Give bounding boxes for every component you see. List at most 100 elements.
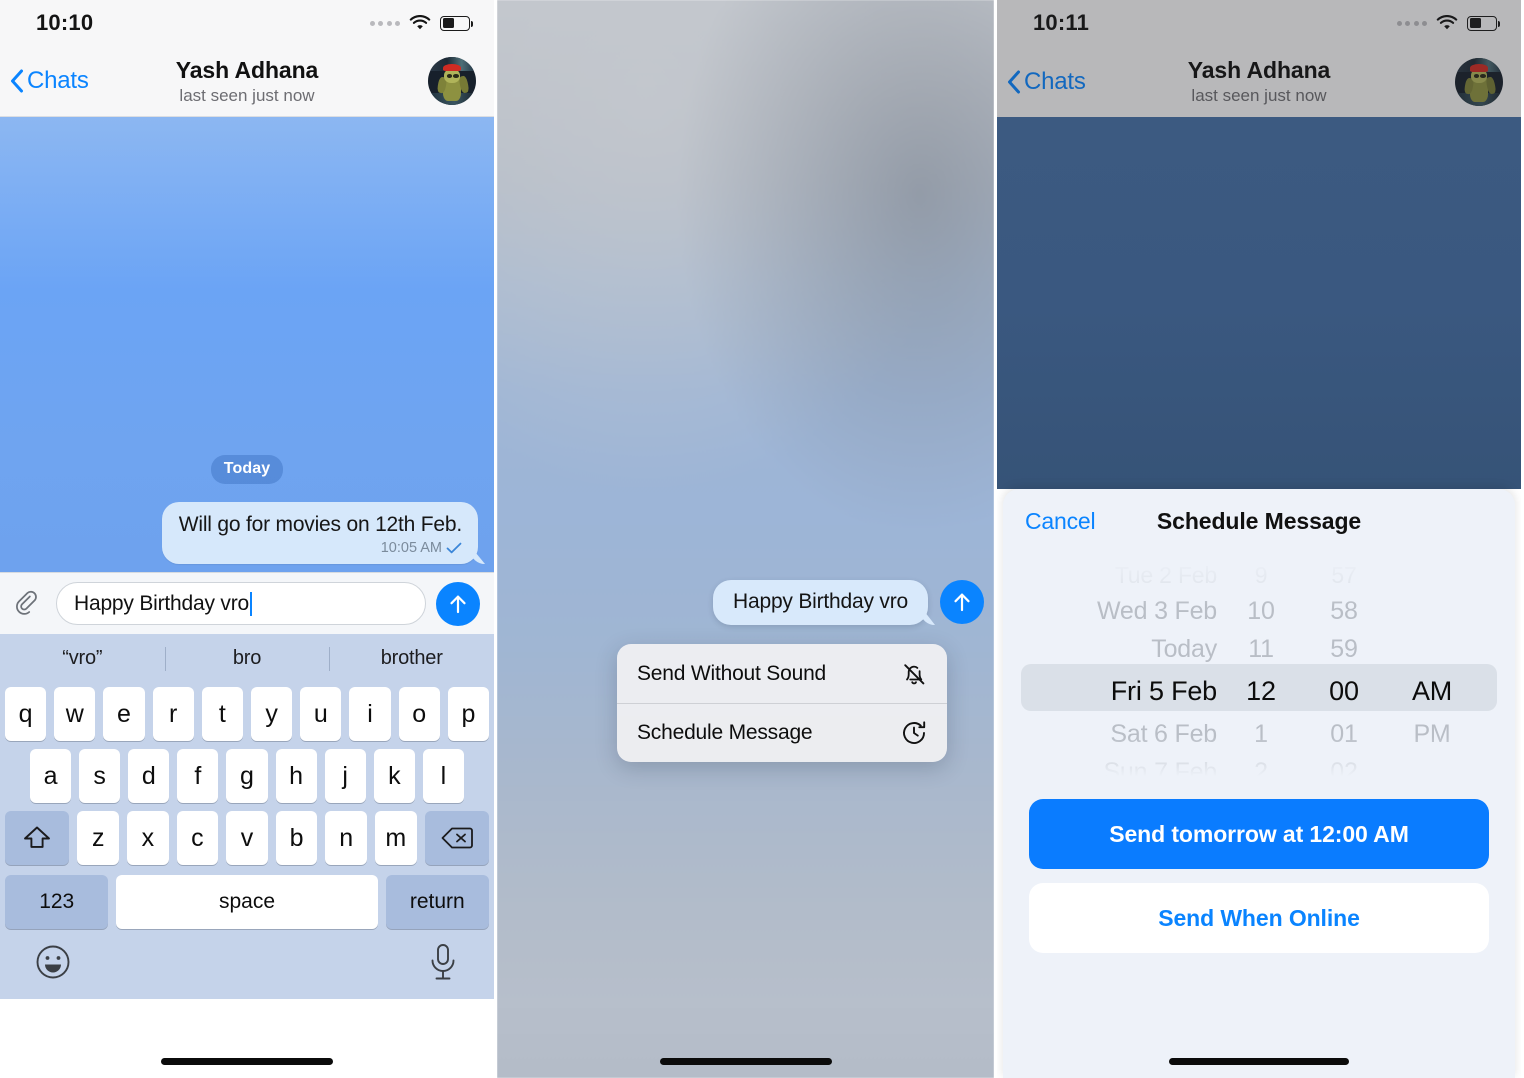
cancel-button[interactable]: Cancel bbox=[1025, 508, 1096, 535]
status-indicators bbox=[1396, 15, 1501, 31]
send-button[interactable] bbox=[940, 580, 984, 624]
picker-date-selected: Fri 5 Feb bbox=[1110, 676, 1217, 706]
avatar[interactable] bbox=[1455, 57, 1503, 106]
key-k[interactable]: k bbox=[373, 749, 415, 803]
wifi-icon bbox=[1436, 15, 1458, 30]
message-timestamp: 10:05 AM bbox=[380, 540, 442, 556]
on-screen-keyboard: “vro” bro brother q w e r t y u i o p a … bbox=[0, 634, 494, 1065]
wifi-icon bbox=[409, 15, 431, 30]
suggestion-1[interactable]: bro bbox=[165, 647, 330, 670]
key-o[interactable]: o bbox=[398, 687, 440, 741]
key-j[interactable]: j bbox=[324, 749, 366, 803]
key-y[interactable]: y bbox=[251, 687, 293, 741]
picker-row[interactable]: Tue 2 Feb 9 57 bbox=[1033, 559, 1485, 592]
key-r[interactable]: r bbox=[152, 687, 194, 741]
send-button[interactable] bbox=[436, 581, 480, 626]
home-indicator bbox=[659, 1058, 832, 1065]
suggestion-2[interactable]: brother bbox=[329, 647, 494, 670]
bell-slash-icon bbox=[904, 663, 925, 684]
picker-minute-selected: 00 bbox=[1329, 676, 1359, 706]
backspace-delete-icon bbox=[441, 827, 473, 849]
back-button-label: Chats bbox=[1024, 67, 1086, 95]
battery-icon bbox=[440, 15, 474, 31]
key-b[interactable]: b bbox=[275, 811, 318, 865]
picker-minute: 57 bbox=[1331, 562, 1357, 588]
key-n[interactable]: n bbox=[325, 811, 367, 865]
picker-hour: 10 bbox=[1247, 596, 1275, 625]
key-e[interactable]: e bbox=[103, 687, 145, 741]
voice-message-button[interactable] bbox=[426, 942, 460, 987]
key-i[interactable]: i bbox=[349, 687, 391, 741]
cellular-dots-icon bbox=[1396, 20, 1427, 26]
key-z[interactable]: z bbox=[77, 811, 120, 865]
message-input[interactable]: Happy Birthday vro bbox=[56, 582, 426, 625]
menu-item-label: Send Without Sound bbox=[637, 661, 827, 685]
send-tomorrow-button[interactable]: Send tomorrow at 12:00 AM bbox=[1029, 799, 1489, 869]
menu-item-label: Schedule Message bbox=[637, 721, 813, 744]
back-to-chats-button[interactable]: Chats bbox=[10, 67, 89, 95]
avatar[interactable] bbox=[428, 57, 476, 105]
home-indicator bbox=[161, 1058, 333, 1065]
message-input-value: Happy Birthday vro bbox=[74, 591, 249, 615]
return-key[interactable]: return bbox=[385, 875, 489, 929]
outgoing-message-bubble[interactable]: Will go for movies on 12th Feb. 10:05 AM bbox=[161, 502, 478, 564]
key-f[interactable]: f bbox=[177, 749, 219, 803]
picker-row[interactable]: Sun 7 Feb 2 02 bbox=[1033, 753, 1485, 782]
message-meta: 10:05 AM bbox=[179, 540, 462, 556]
text-caret bbox=[249, 591, 253, 616]
chat-nav-bar: Chats Yash Adhana last seen just now bbox=[0, 46, 494, 117]
key-l[interactable]: l bbox=[422, 749, 464, 803]
key-s[interactable]: s bbox=[79, 749, 121, 803]
suggestion-0[interactable]: “vro” bbox=[0, 647, 165, 670]
key-a[interactable]: a bbox=[30, 749, 72, 803]
picker-row[interactable]: Today 11 59 bbox=[1033, 630, 1485, 668]
datetime-picker[interactable]: Tue 2 Feb 9 57 Wed 3 Feb 10 58 Today 11 bbox=[1003, 553, 1515, 781]
microphone-icon bbox=[431, 943, 455, 979]
picker-hour: 1 bbox=[1254, 719, 1268, 748]
picker-hour-selected: 12 bbox=[1246, 676, 1276, 706]
key-v[interactable]: v bbox=[226, 811, 268, 865]
key-m[interactable]: m bbox=[374, 811, 417, 865]
pending-message-bubble[interactable]: Happy Birthday vro bbox=[713, 580, 928, 625]
blurred-chat-backdrop bbox=[497, 0, 994, 1078]
message-text: Will go for movies on 12th Feb. bbox=[178, 513, 462, 537]
picker-row-selected[interactable]: Fri 5 Feb 12 00 AM bbox=[1033, 668, 1485, 715]
menu-item-schedule-message[interactable]: Schedule Message bbox=[617, 703, 947, 762]
space-key[interactable]: space bbox=[116, 875, 378, 929]
schedule-message-sheet: Cancel Schedule Message Tue 2 Feb 9 57 W… bbox=[1003, 489, 1515, 1078]
picker-hour: 11 bbox=[1248, 634, 1274, 663]
numeric-key[interactable]: 123 bbox=[5, 875, 109, 929]
picker-ampm: PM bbox=[1413, 719, 1451, 748]
key-c[interactable]: c bbox=[176, 811, 219, 865]
picker-date: Wed 3 Feb bbox=[1096, 596, 1217, 625]
panel-compose-with-keyboard: 10:10 Chats Yash Adhana last seen just n… bbox=[0, 0, 497, 1078]
picker-hour: 9 bbox=[1254, 562, 1268, 588]
three-panel-screenshot: 10:10 Chats Yash Adhana last seen just n… bbox=[0, 0, 1524, 1078]
key-u[interactable]: u bbox=[300, 687, 342, 741]
picker-row[interactable]: Wed 3 Feb 10 58 bbox=[1033, 592, 1485, 630]
attach-button[interactable] bbox=[10, 586, 46, 622]
status-indicators bbox=[369, 15, 474, 31]
picker-minute: 58 bbox=[1330, 596, 1358, 625]
picker-minute: 59 bbox=[1330, 634, 1358, 663]
menu-item-send-without-sound[interactable]: Send Without Sound bbox=[617, 644, 947, 703]
shift-key[interactable] bbox=[5, 811, 70, 865]
emoji-button[interactable] bbox=[34, 943, 72, 986]
send-when-online-button[interactable]: Send When Online bbox=[1029, 883, 1489, 953]
status-time: 10:10 bbox=[36, 10, 94, 35]
back-to-chats-button[interactable]: Chats bbox=[1007, 68, 1086, 96]
key-h[interactable]: h bbox=[275, 749, 317, 803]
picker-rows: Tue 2 Feb 9 57 Wed 3 Feb 10 58 Today 11 bbox=[1033, 559, 1485, 781]
key-d[interactable]: d bbox=[128, 749, 170, 803]
battery-icon bbox=[1467, 15, 1501, 31]
key-g[interactable]: g bbox=[226, 749, 268, 803]
key-p[interactable]: p bbox=[447, 687, 490, 741]
back-button-label: Chats bbox=[27, 67, 89, 94]
chat-nav-bar: Chats Yash Adhana last seen just now bbox=[997, 46, 1521, 117]
key-t[interactable]: t bbox=[201, 687, 243, 741]
backspace-key[interactable] bbox=[424, 811, 489, 865]
key-q[interactable]: q bbox=[4, 687, 47, 741]
picker-row[interactable]: Sat 6 Feb 1 01 PM bbox=[1033, 715, 1485, 753]
key-x[interactable]: x bbox=[127, 811, 169, 865]
key-w[interactable]: w bbox=[54, 687, 96, 741]
